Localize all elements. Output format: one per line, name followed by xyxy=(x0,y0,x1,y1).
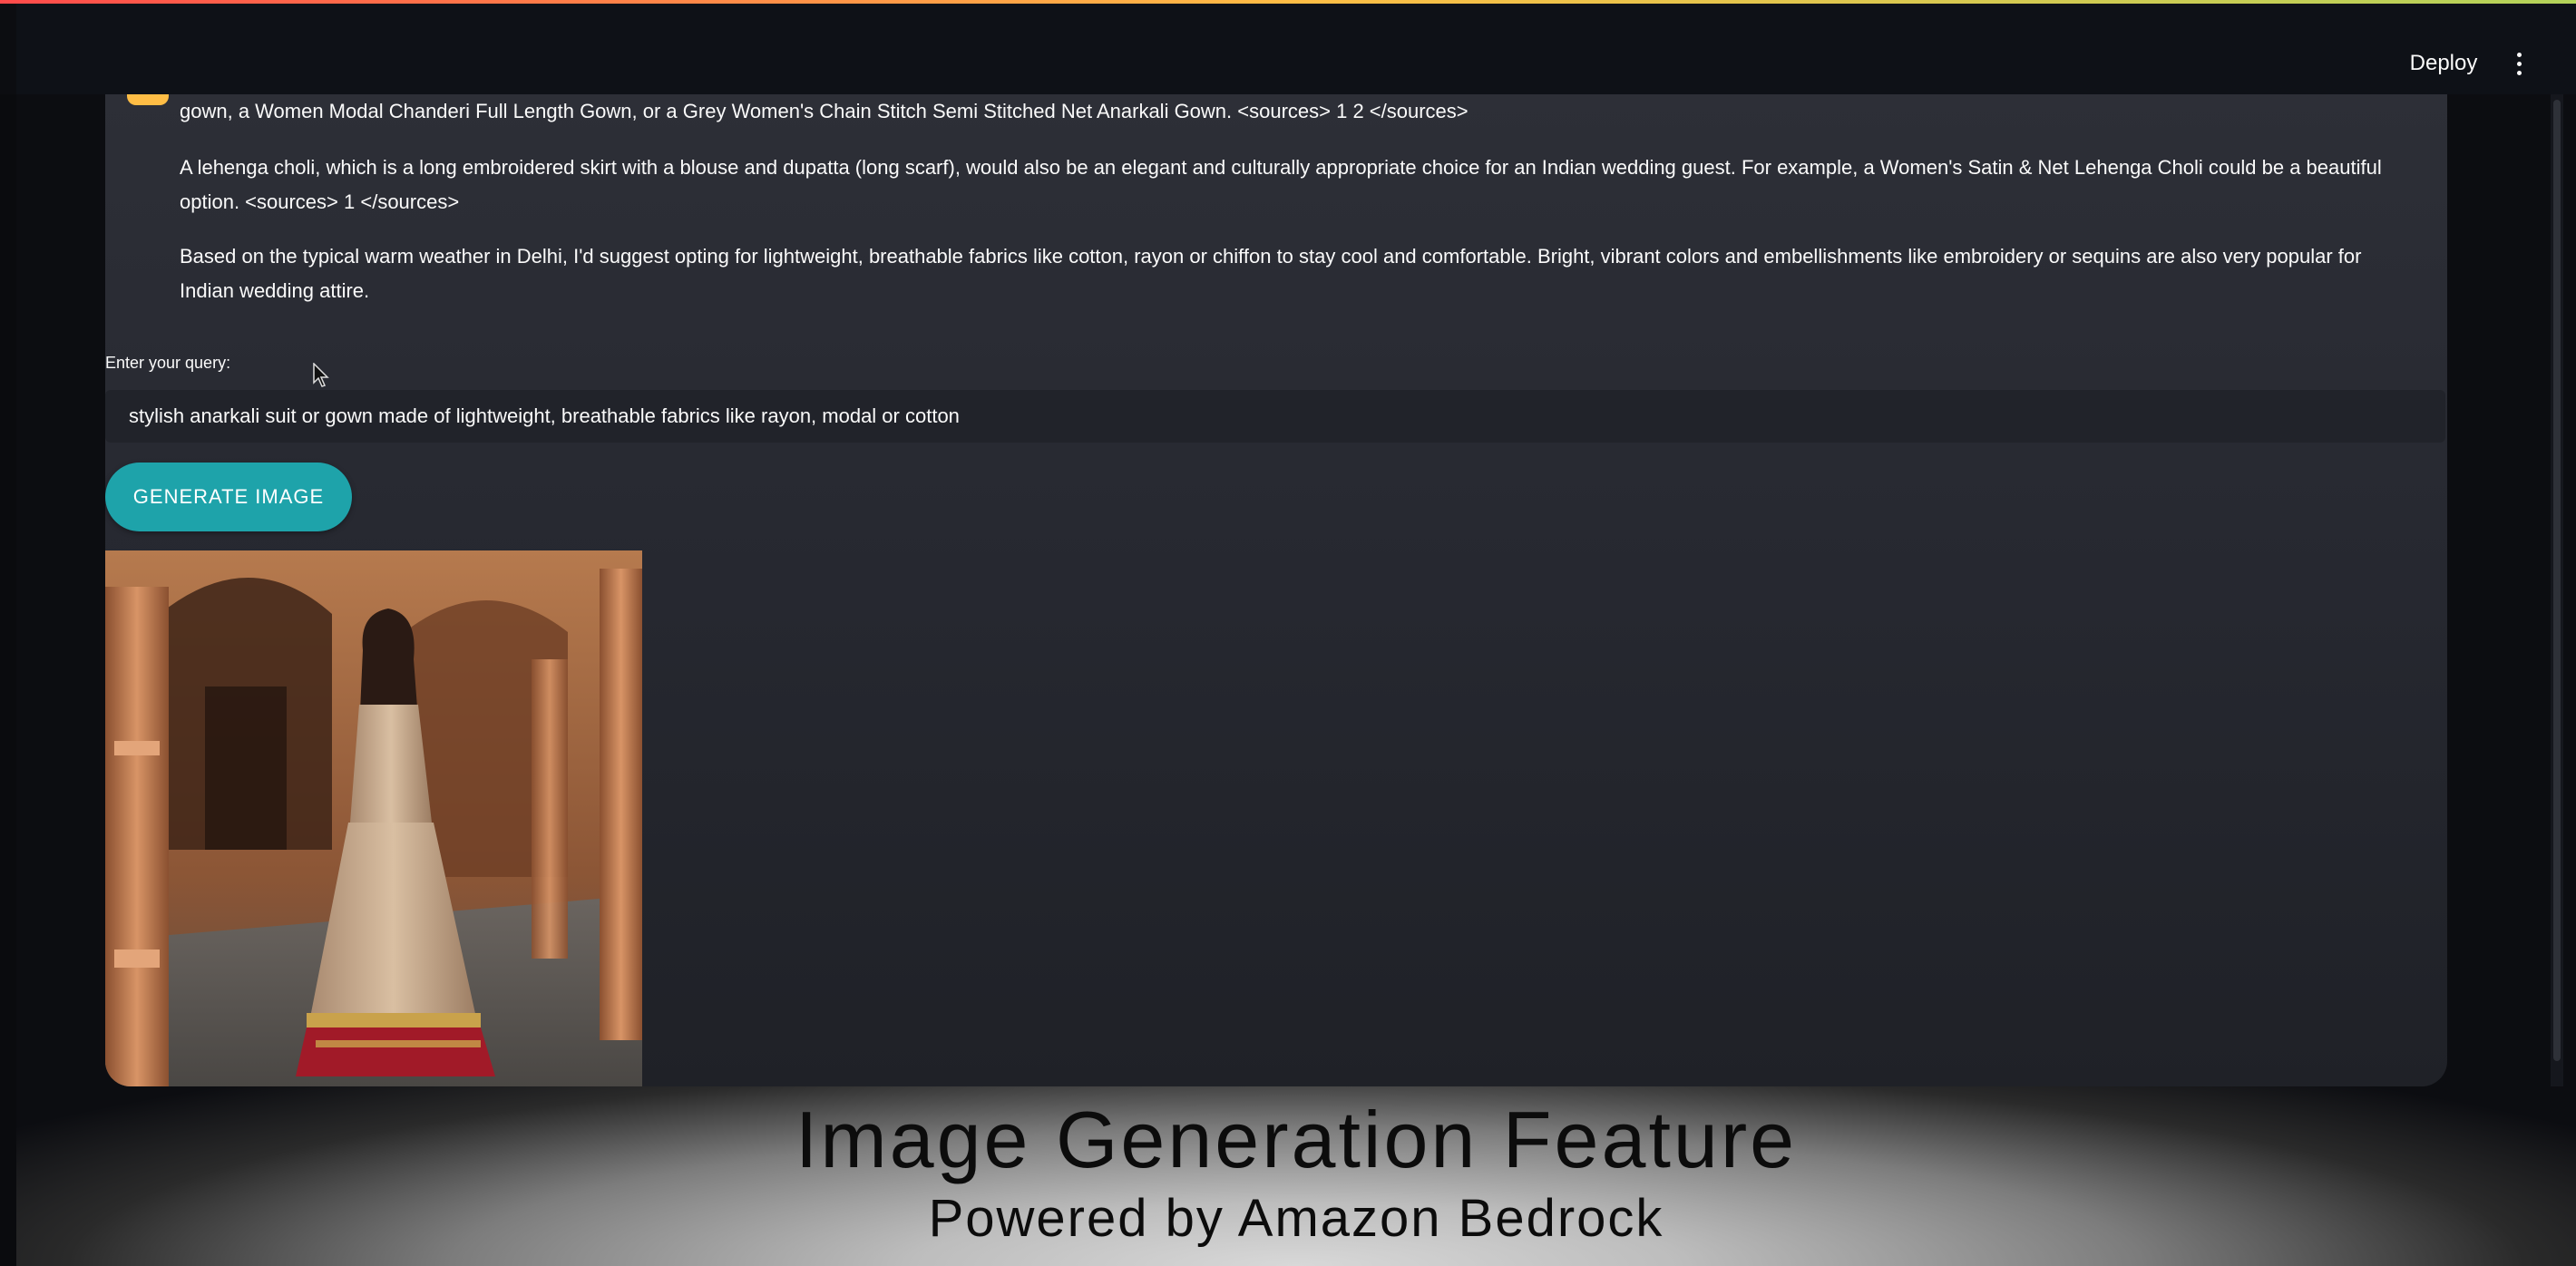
more-vertical-icon[interactable] xyxy=(2505,45,2532,82)
chat-panel: gown, a Women Modal Chanderi Full Length… xyxy=(105,94,2447,1086)
banner-subtitle: Powered by Amazon Bedrock xyxy=(928,1189,1664,1248)
app-header xyxy=(16,4,2576,94)
feature-banner: Image Generation Feature Powered by Amaz… xyxy=(16,1086,2576,1266)
left-gutter xyxy=(0,94,16,1266)
query-input[interactable] xyxy=(105,390,2445,443)
deploy-button[interactable]: Deploy xyxy=(2389,44,2498,83)
generated-image xyxy=(105,550,642,1086)
mouse-cursor-icon xyxy=(313,363,329,387)
query-label: Enter your query: xyxy=(105,354,231,372)
chat-message-paragraph: Based on the typical warm weather in Del… xyxy=(180,245,2362,302)
chat-message-paragraph: gown, a Women Modal Chanderi Full Length… xyxy=(180,100,1469,122)
chat-message-paragraph: A lehenga choli, which is a long embroid… xyxy=(180,156,2382,213)
scrollbar-thumb[interactable] xyxy=(2553,100,2561,1061)
assistant-avatar xyxy=(127,94,169,105)
banner-title: Image Generation Feature xyxy=(795,1095,1798,1184)
generate-image-button[interactable]: GENERATE IMAGE xyxy=(105,463,352,531)
